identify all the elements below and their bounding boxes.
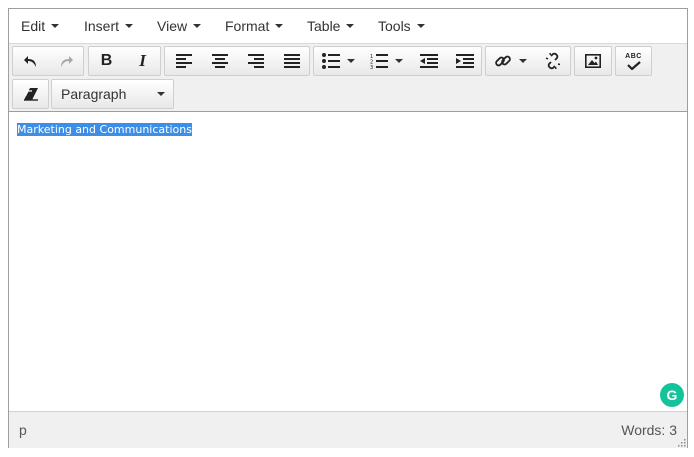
link-group	[485, 46, 571, 76]
word-count: Words: 3	[621, 422, 677, 438]
chevron-down-icon	[346, 24, 355, 29]
rich-text-editor: Edit Insert View Format Table Tools B I	[8, 8, 688, 448]
chevron-down-icon	[519, 59, 527, 63]
check-icon	[626, 60, 641, 70]
format-select-value: Paragraph	[61, 86, 127, 102]
chevron-down-icon	[193, 24, 202, 29]
chevron-down-icon	[125, 24, 134, 29]
chevron-down-icon	[347, 59, 355, 63]
numbered-list-icon: 123	[370, 54, 388, 69]
outdent-button[interactable]	[411, 47, 446, 75]
bullet-list-icon	[322, 53, 340, 69]
insert-image-button[interactable]	[575, 47, 611, 75]
undo-icon	[23, 56, 36, 67]
media-group	[574, 46, 612, 76]
clear-format-group	[12, 79, 49, 109]
numbered-list-button[interactable]: 123	[362, 47, 410, 75]
align-center-icon	[211, 54, 228, 68]
chevron-down-icon	[51, 24, 60, 29]
alignment-group	[164, 46, 310, 76]
chevron-down-icon	[275, 24, 284, 29]
align-justify-button[interactable]	[274, 47, 309, 75]
align-right-icon	[247, 54, 264, 68]
unlink-icon	[545, 52, 560, 70]
redo-icon	[61, 56, 73, 67]
menu-table-label: Table	[307, 18, 341, 34]
undo-button[interactable]	[13, 47, 48, 75]
menubar: Edit Insert View Format Table Tools	[9, 9, 687, 44]
chevron-down-icon	[395, 59, 403, 63]
italic-icon: I	[139, 51, 146, 70]
spellcheck-group: ABC	[615, 46, 652, 76]
menu-tools[interactable]: Tools	[374, 9, 429, 43]
bullet-list-button[interactable]	[314, 47, 361, 75]
menu-view[interactable]: View	[153, 9, 205, 43]
resize-handle-icon[interactable]	[676, 437, 686, 447]
text-style-group: B I	[88, 46, 161, 76]
align-justify-icon	[283, 54, 300, 68]
element-path[interactable]: p	[19, 412, 27, 448]
menu-format[interactable]: Format	[221, 9, 287, 43]
chevron-down-icon	[157, 92, 165, 96]
list-group: 123	[313, 46, 482, 76]
menu-edit-label: Edit	[21, 18, 46, 34]
indent-button[interactable]	[447, 47, 482, 75]
outdent-icon	[419, 54, 438, 68]
align-left-icon	[175, 54, 192, 68]
selected-text: Marketing and Communications	[17, 123, 192, 136]
statusbar: p Words: 3	[9, 411, 687, 448]
align-left-button[interactable]	[166, 47, 201, 75]
history-group	[12, 46, 84, 76]
unlink-button[interactable]	[535, 47, 570, 75]
italic-button[interactable]: I	[125, 47, 160, 75]
menu-table[interactable]: Table	[303, 9, 358, 43]
menu-tools-label: Tools	[378, 18, 411, 34]
clear-formatting-button[interactable]	[13, 80, 48, 108]
toolbar: B I 123 ABC Paragraph	[9, 44, 687, 112]
bold-icon: B	[100, 52, 113, 69]
spellcheck-icon: ABC	[625, 52, 642, 60]
align-center-button[interactable]	[202, 47, 237, 75]
redo-button[interactable]	[49, 47, 83, 75]
menu-format-label: Format	[225, 18, 270, 34]
menu-insert-label: Insert	[84, 18, 120, 34]
menu-view-label: View	[157, 18, 188, 34]
menu-insert[interactable]: Insert	[80, 9, 137, 43]
menu-edit[interactable]: Edit	[17, 9, 63, 43]
insert-link-button[interactable]	[486, 47, 534, 75]
editor-content-area[interactable]: Marketing and Communications	[9, 112, 687, 411]
content-paragraph[interactable]: Marketing and Communications	[17, 123, 192, 137]
spellcheck-button[interactable]: ABC	[616, 47, 651, 75]
align-right-button[interactable]	[238, 47, 273, 75]
eraser-icon	[23, 88, 38, 101]
svg-text:3: 3	[370, 65, 373, 69]
image-icon	[585, 54, 601, 68]
grammarly-icon[interactable]: G	[660, 383, 684, 407]
format-select[interactable]: Paragraph	[51, 79, 174, 109]
link-icon	[495, 55, 511, 67]
indent-icon	[455, 54, 474, 68]
chevron-down-icon	[416, 24, 425, 29]
bold-button[interactable]: B	[89, 47, 124, 75]
